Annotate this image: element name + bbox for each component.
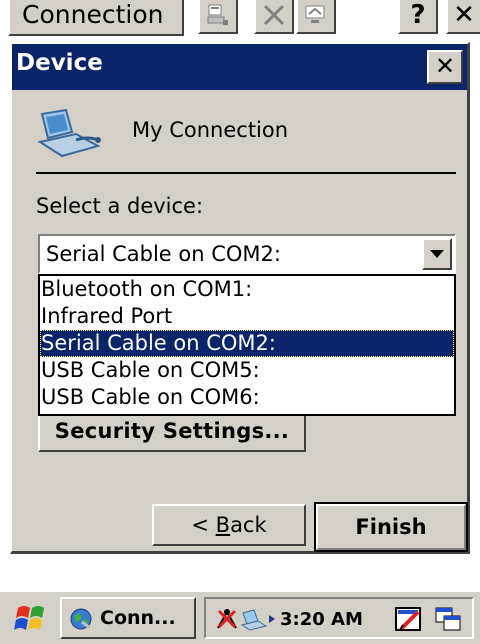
finish-button[interactable]: Finish bbox=[314, 502, 468, 552]
list-item[interactable]: Infrared Port bbox=[40, 303, 454, 330]
device-combobox[interactable]: Serial Cable on COM2: bbox=[38, 234, 456, 274]
finish-button-label: Finish bbox=[355, 515, 427, 539]
windows-flag-icon[interactable] bbox=[12, 600, 52, 636]
chevron-down-icon bbox=[430, 250, 444, 258]
caret-right-icon bbox=[269, 615, 275, 623]
help-button[interactable]: ? bbox=[398, 0, 438, 34]
device-dropdown-list[interactable]: Bluetooth on COM1: Infrared Port Serial … bbox=[38, 274, 456, 416]
back-button[interactable]: < Back bbox=[152, 504, 306, 546]
connection-globe-icon bbox=[70, 608, 92, 630]
taskbar-connection-label: Conn... bbox=[100, 607, 176, 629]
properties-icon[interactable] bbox=[198, 0, 238, 34]
network-disconnected-icon[interactable] bbox=[214, 606, 240, 632]
input-panel-icon[interactable] bbox=[394, 606, 424, 634]
delete-icon[interactable] bbox=[254, 0, 294, 34]
clock[interactable]: 3:20 AM bbox=[280, 609, 363, 630]
device-dialog: Device ✕ My Connection Select a device: … bbox=[10, 42, 470, 554]
list-item[interactable]: Bluetooth on COM1: bbox=[40, 276, 454, 303]
dialog-titlebar: Device ✕ bbox=[12, 44, 467, 90]
back-button-accesskey: B bbox=[215, 513, 231, 537]
back-button-rest: ack bbox=[230, 513, 267, 537]
combo-selected-value: Serial Cable on COM2: bbox=[46, 242, 281, 266]
connect-icon[interactable] bbox=[296, 0, 336, 34]
list-item[interactable]: USB Cable on COM5: bbox=[40, 357, 454, 384]
dialog-title: Device bbox=[16, 50, 103, 76]
taskbar-connection-button[interactable]: Conn... bbox=[60, 597, 196, 639]
app-close-button[interactable]: ✕ bbox=[446, 0, 480, 34]
back-button-prefix: < bbox=[191, 513, 216, 537]
system-tray: 3:20 AM bbox=[204, 597, 474, 639]
background-toolbar: Connection ? ✕ bbox=[0, 0, 480, 40]
separator bbox=[36, 172, 456, 174]
dialog-close-button[interactable]: ✕ bbox=[427, 50, 463, 84]
desktop-icon[interactable] bbox=[434, 606, 464, 634]
list-item[interactable]: USB Cable on COM6: bbox=[40, 384, 454, 411]
computer-network-icon bbox=[36, 106, 106, 160]
taskbar: Conn... 3:20 AM bbox=[0, 590, 480, 644]
select-device-label: Select a device: bbox=[36, 194, 204, 218]
activesync-icon[interactable] bbox=[240, 607, 268, 631]
connection-name: My Connection bbox=[132, 118, 289, 142]
list-item-selected[interactable]: Serial Cable on COM2: bbox=[40, 330, 454, 357]
connection-menu-button[interactable]: Connection bbox=[8, 0, 184, 36]
dropdown-arrow-button[interactable] bbox=[422, 238, 452, 270]
